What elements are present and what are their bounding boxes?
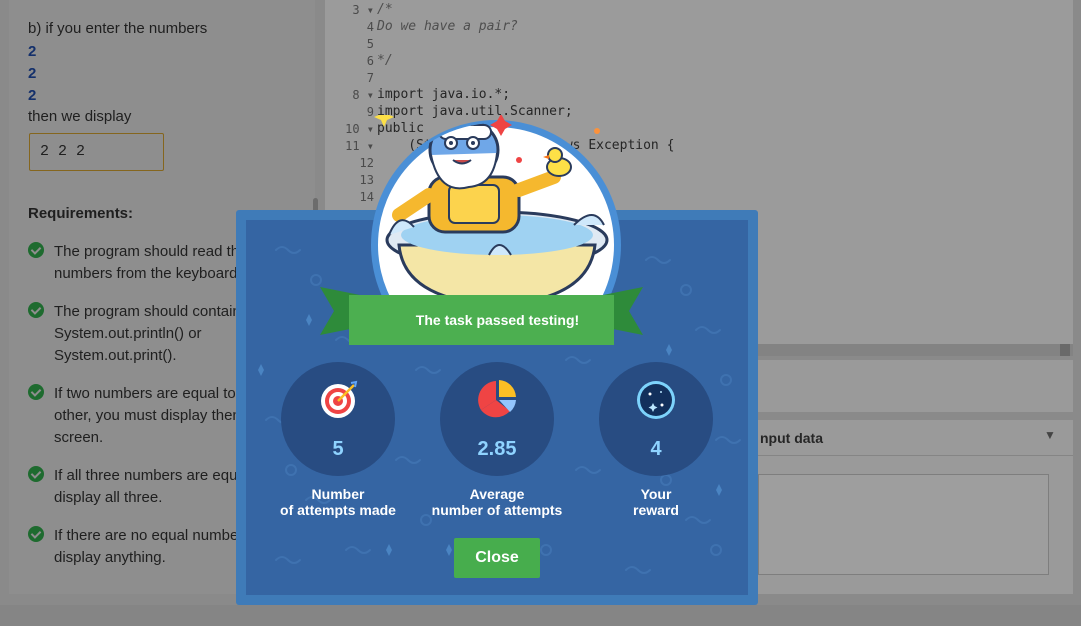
pie-chart-icon [478,380,516,418]
example-output-box: 2 2 2 [29,133,164,171]
line-number: 6 [366,54,374,68]
chevron-down-icon[interactable]: ▼ [1044,428,1056,442]
stat-value: 5 [332,438,344,460]
line-number: 10 ▾ [345,122,374,136]
stat-label-line: reward [633,502,679,518]
check-circle-icon [28,242,44,258]
dark-matter-icon [637,381,675,419]
example-number-3: 2 [28,87,37,104]
example-intro-text: b) if you enter the numbers [28,20,208,37]
editor-scroll-thumb[interactable] [1060,344,1070,356]
code-line[interactable]: Do we have a pair? [377,19,518,34]
line-number: 5 [366,37,374,51]
close-button[interactable]: Close [454,538,540,578]
input-data-title: nput data [760,430,823,446]
input-data-field[interactable] [758,474,1049,575]
code-line[interactable]: import java.io.*; [377,87,510,102]
requirements-title: Requirements: [28,205,134,222]
target-icon [321,380,358,418]
robot-mascot-illustration [371,115,621,305]
line-number: 9 [366,105,374,119]
code-line[interactable]: */ [377,53,393,68]
example-display-text: then we display [28,108,132,125]
code-line[interactable]: /* [377,2,393,17]
stat-label: Your reward [559,486,753,518]
line-number: 11 ▾ [345,139,374,153]
line-number: 8 ▾ [352,88,374,102]
check-circle-icon [28,384,44,400]
page-scrollbar[interactable] [1074,0,1081,594]
bottom-toolbar [0,605,1081,626]
stat-label-line: Your [640,486,672,502]
line-number: 13 [359,173,374,187]
line-number: 14 [359,190,374,204]
check-circle-icon [28,302,44,318]
line-number: 4 [366,20,374,34]
line-number: 3 ▾ [352,3,374,17]
task-passed-banner: The task passed testing! [415,312,580,328]
output-panel [730,360,1073,412]
check-circle-icon [28,466,44,482]
stat-value: 2.85 [477,438,517,460]
stat-value: 4 [650,438,662,460]
check-circle-icon [28,526,44,542]
line-number: 12 [359,156,374,170]
example-number-2: 2 [28,65,37,82]
example-number-1: 2 [28,43,37,60]
line-number: 7 [366,71,374,85]
